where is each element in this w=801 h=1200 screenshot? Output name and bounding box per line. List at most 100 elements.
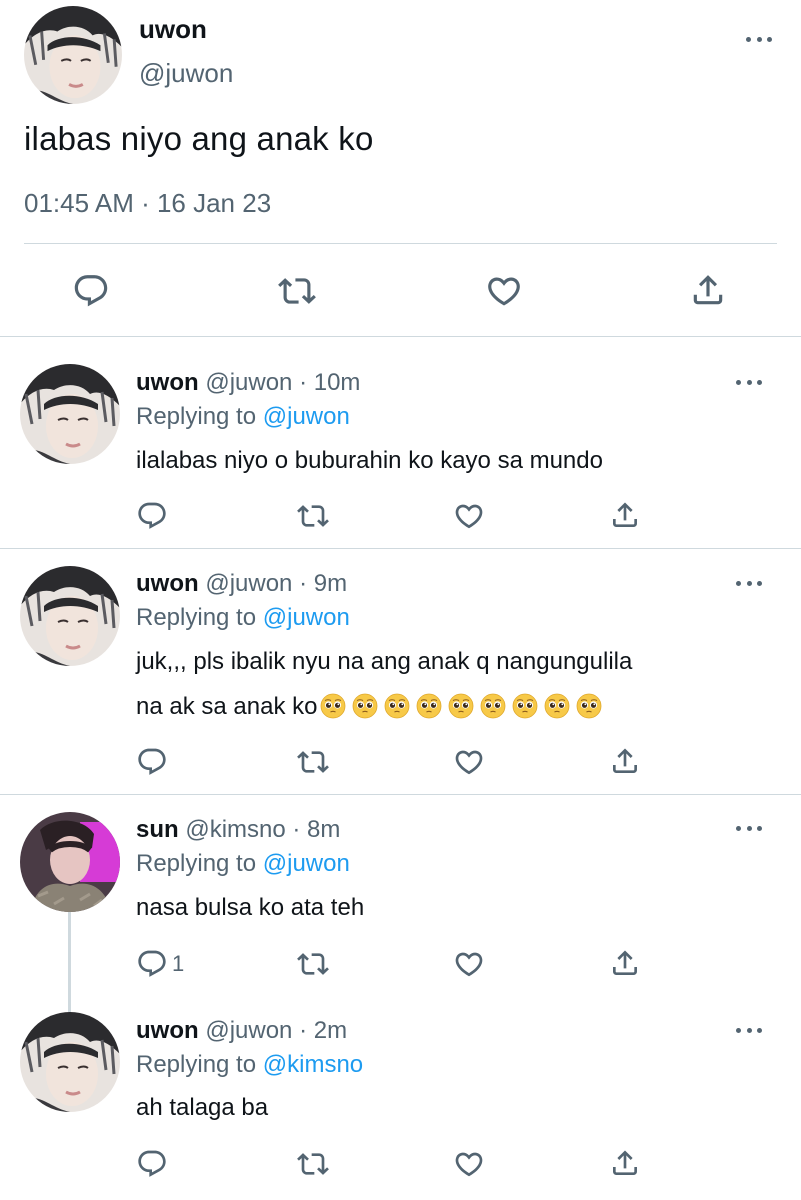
reply-header: uwon @juwon · 2m xyxy=(136,1017,347,1045)
tweet-text-part: na ak sa anak ko xyxy=(136,693,318,720)
retweet-icon xyxy=(296,1148,330,1180)
divider xyxy=(0,336,801,337)
mention-link[interactable]: @kimsno xyxy=(263,1051,363,1078)
share-button[interactable] xyxy=(609,499,641,531)
retweet-icon xyxy=(296,746,330,778)
replying-label: Replying to xyxy=(136,403,263,430)
divider xyxy=(24,243,777,244)
divider xyxy=(0,794,801,795)
more-icon[interactable] xyxy=(736,375,762,389)
like-icon xyxy=(452,1148,486,1180)
share-icon xyxy=(609,947,641,979)
pleading-face-emoji xyxy=(544,693,570,719)
replying-to: Replying to @juwon xyxy=(136,604,350,632)
mention-link[interactable]: @juwon xyxy=(263,850,350,877)
share-button[interactable] xyxy=(689,271,727,309)
tweet-text: ah talaga ba xyxy=(136,1094,269,1121)
share-button[interactable] xyxy=(609,1147,641,1179)
retweet-icon xyxy=(296,500,330,532)
avatar[interactable] xyxy=(20,1012,120,1112)
avatar[interactable] xyxy=(20,812,120,912)
author-meta[interactable]: @juwon · 9m xyxy=(205,570,347,597)
reply-icon xyxy=(136,1148,168,1180)
retweet-button[interactable] xyxy=(276,272,318,310)
like-button[interactable] xyxy=(452,1148,486,1180)
tweet-text: juk,,, pls ibalik nyu na ang anak q nang… xyxy=(136,639,756,729)
reply-count: 1 xyxy=(172,951,185,976)
reply-header: uwon @juwon · 9m xyxy=(136,570,347,598)
replying-label: Replying to xyxy=(136,850,263,877)
reply-header: uwon @juwon · 10m xyxy=(136,369,360,397)
author-handle[interactable]: @juwon xyxy=(139,58,233,89)
avatar[interactable] xyxy=(20,364,120,464)
share-icon xyxy=(609,745,641,777)
reply-button[interactable]: 1 xyxy=(136,948,184,980)
like-button[interactable] xyxy=(452,500,486,532)
reply-button[interactable] xyxy=(136,500,172,532)
more-icon[interactable] xyxy=(746,32,772,46)
mention-link[interactable]: @juwon xyxy=(263,604,350,631)
pleading-face-emoji xyxy=(576,693,602,719)
replying-label: Replying to xyxy=(136,604,263,631)
tweet-text-line: na ak sa anak ko xyxy=(136,684,756,729)
author-meta[interactable]: @juwon · 2m xyxy=(205,1017,347,1044)
author-name[interactable]: uwon xyxy=(136,570,199,597)
retweet-button[interactable] xyxy=(296,746,330,778)
replying-to: Replying to @juwon xyxy=(136,403,350,431)
like-icon xyxy=(484,272,524,310)
retweet-button[interactable] xyxy=(296,1148,330,1180)
like-icon xyxy=(452,500,486,532)
reply-button[interactable] xyxy=(136,1148,172,1180)
mention-link[interactable]: @juwon xyxy=(263,403,350,430)
pleading-face-emoji xyxy=(416,693,442,719)
pleading-face-emoji xyxy=(448,693,474,719)
pleading-face-emoji xyxy=(512,693,538,719)
like-icon xyxy=(452,948,486,980)
replying-to: Replying to @kimsno xyxy=(136,1051,363,1079)
reply-button[interactable] xyxy=(72,272,110,310)
retweet-button[interactable] xyxy=(296,948,330,980)
replying-to: Replying to @juwon xyxy=(136,850,350,878)
share-icon xyxy=(689,271,727,309)
retweet-button[interactable] xyxy=(296,500,330,532)
reply-icon xyxy=(136,948,168,980)
like-button[interactable] xyxy=(452,746,486,778)
pleading-face-emoji xyxy=(352,693,378,719)
author-name[interactable]: uwon xyxy=(136,369,199,396)
reply-icon xyxy=(136,746,168,778)
pleading-face-emoji xyxy=(320,693,346,719)
share-button[interactable] xyxy=(609,745,641,777)
thread-line xyxy=(68,912,71,1012)
like-icon xyxy=(452,746,486,778)
author-meta[interactable]: @juwon · 10m xyxy=(205,369,360,396)
author-name[interactable]: uwon xyxy=(139,14,207,45)
retweet-icon xyxy=(276,272,318,310)
retweet-icon xyxy=(296,948,330,980)
more-icon[interactable] xyxy=(736,1023,762,1037)
tweet-text: ilabas niyo ang anak ko xyxy=(24,120,374,157)
divider xyxy=(0,548,801,549)
reply-button[interactable] xyxy=(136,746,172,778)
author-meta[interactable]: @kimsno · 8m xyxy=(185,816,340,843)
tweet-text: ilalabas niyo o buburahin ko kayo sa mun… xyxy=(136,447,603,474)
pleading-face-emoji xyxy=(480,693,506,719)
replying-label: Replying to xyxy=(136,1051,263,1078)
like-button[interactable] xyxy=(484,272,524,310)
share-button[interactable] xyxy=(609,947,641,979)
avatar[interactable] xyxy=(20,566,120,666)
author-name[interactable]: sun xyxy=(136,816,179,843)
emoji-row xyxy=(317,693,605,720)
tweet-text: nasa bulsa ko ata teh xyxy=(136,894,365,921)
reply-icon xyxy=(72,272,110,310)
reply-icon xyxy=(136,500,168,532)
like-button[interactable] xyxy=(452,948,486,980)
author-name[interactable]: uwon xyxy=(136,1017,199,1044)
avatar[interactable] xyxy=(24,6,122,104)
more-icon[interactable] xyxy=(736,576,762,590)
share-icon xyxy=(609,1147,641,1179)
tweet-timestamp[interactable]: 01:45 AM · 16 Jan 23 xyxy=(24,188,271,219)
pleading-face-emoji xyxy=(384,693,410,719)
more-icon[interactable] xyxy=(736,821,762,835)
share-icon xyxy=(609,499,641,531)
tweet-text-line: juk,,, pls ibalik nyu na ang anak q nang… xyxy=(136,648,633,675)
